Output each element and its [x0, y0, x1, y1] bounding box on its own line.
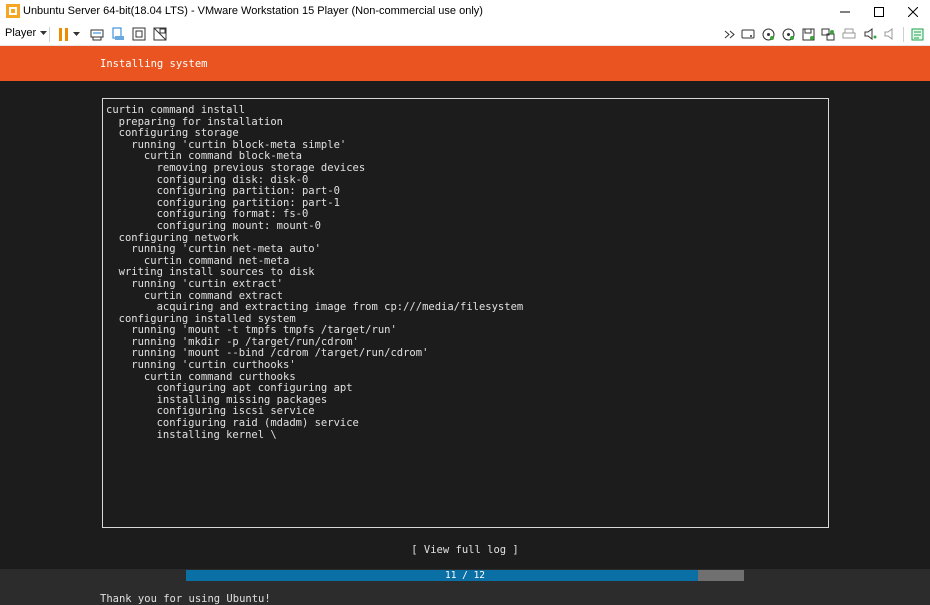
speaker-icon [884, 28, 892, 40]
log-line: installing kernel \ [106, 428, 277, 441]
install-log-panel: curtin command install preparing for ins… [102, 98, 829, 528]
maximize-icon [874, 6, 884, 17]
close-button[interactable] [896, 0, 930, 23]
installer-footer: Thank you for using Ubuntu! [0, 583, 930, 605]
printer-button[interactable] [841, 26, 857, 42]
installer-title: Installing system [100, 58, 208, 70]
hard-disk-icon [741, 29, 755, 39]
network-button[interactable] [820, 26, 836, 42]
player-menu-label: Player [5, 27, 37, 39]
install-progress-bar: 11 / 12 [186, 570, 744, 581]
printer-icon [842, 28, 856, 39]
log-line: curtin command install [106, 104, 246, 116]
cd-dvd-2-button[interactable] [780, 26, 796, 42]
vm-console-screen[interactable]: Installing system curtin command install… [0, 46, 930, 605]
log-line: removing previous storage devices [106, 161, 366, 174]
log-line: configuring partition: part-0 [106, 185, 340, 198]
sound-button[interactable] [862, 26, 878, 42]
pause-icon [59, 27, 68, 41]
toolbar-divider [49, 27, 50, 42]
floppy-button[interactable] [800, 26, 816, 42]
cd-dvd-icon [762, 28, 774, 40]
toolbar-divider [903, 27, 904, 42]
removable-devices-button[interactable] [110, 26, 126, 42]
install-log-lines: curtin command install preparing for ins… [106, 104, 524, 441]
installer-body: curtin command install preparing for ins… [0, 81, 930, 569]
window-titlebar: Unbuntu Server 64-bit(18.04 LTS) - VMwar… [0, 0, 930, 23]
log-line: acquiring and extracting image from cp:/… [106, 301, 524, 314]
send-ctrl-alt-del-icon [90, 29, 104, 40]
message-log-button[interactable] [909, 26, 925, 42]
cd-dvd-2-icon [782, 28, 794, 40]
chevron-right-icon [724, 30, 735, 38]
more-devices-button[interactable] [722, 26, 738, 42]
unity-icon [153, 27, 167, 41]
player-menu-button[interactable]: Player [5, 27, 48, 39]
hard-disk-button[interactable] [740, 26, 756, 42]
speaker-button[interactable] [882, 26, 898, 42]
floppy-icon [802, 28, 814, 40]
vmware-player-icon [6, 4, 20, 18]
log-line: running 'curtin extract' [106, 277, 284, 290]
log-line: running 'curtin curthooks' [106, 359, 296, 372]
network-icon [821, 28, 835, 40]
window-title: Unbuntu Server 64-bit(18.04 LTS) - VMwar… [23, 5, 483, 17]
log-line: configuring mount: mount-0 [106, 219, 321, 232]
minimize-button[interactable] [828, 0, 862, 23]
maximize-button[interactable] [862, 0, 896, 23]
message-log-icon [911, 28, 923, 40]
installer-header: Installing system [0, 46, 930, 81]
player-toolbar: Player [0, 23, 930, 46]
footer-message: Thank you for using Ubuntu! [100, 593, 271, 605]
cd-dvd-button[interactable] [760, 26, 776, 42]
view-full-log-button[interactable]: [ View full log ] [0, 544, 930, 556]
sound-icon [864, 28, 876, 40]
removable-devices-icon [112, 27, 124, 40]
minimize-icon [840, 11, 850, 12]
close-icon [908, 6, 918, 17]
fullscreen-button[interactable] [131, 26, 147, 42]
unity-button[interactable] [152, 26, 168, 42]
progress-strip: 11 / 12 [0, 569, 930, 583]
fullscreen-icon [132, 27, 146, 41]
pause-dropdown[interactable] [71, 26, 81, 42]
log-line: running 'curtin net-meta auto' [106, 243, 321, 256]
send-ctrl-alt-del-button[interactable] [89, 26, 105, 42]
log-line: configuring raid (mdadm) service [106, 417, 359, 430]
chevron-down-icon [40, 31, 48, 35]
pause-button[interactable] [56, 26, 72, 42]
progress-label: 11 / 12 [444, 570, 486, 581]
chevron-down-icon [72, 32, 80, 36]
